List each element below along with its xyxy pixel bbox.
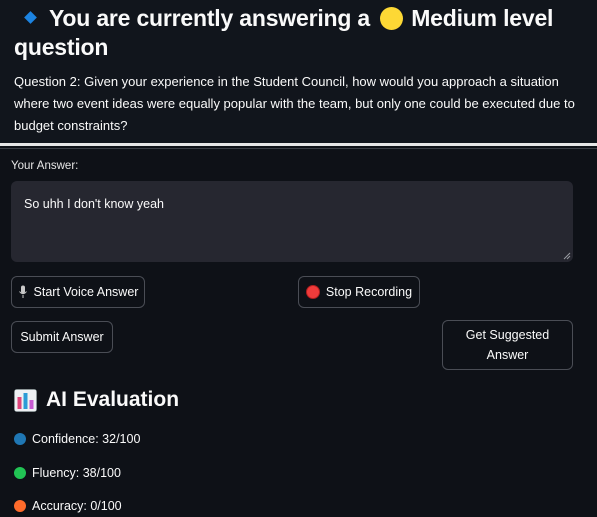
start-voice-answer-button[interactable]: Start Voice Answer xyxy=(11,276,145,308)
metric-confidence: Confidence: 32/100 xyxy=(14,432,140,446)
get-suggested-answer-button[interactable]: Get Suggested Answer xyxy=(442,320,573,370)
green-circle-icon xyxy=(14,467,26,479)
ai-evaluation-heading: AI Evaluation xyxy=(14,388,179,412)
bar-chart-icon xyxy=(14,388,37,412)
metric-label: Confidence: 32/100 xyxy=(32,432,141,446)
title-part-1: You are currently answering a xyxy=(49,5,370,31)
answer-textarea[interactable]: So uhh I don't know yeah xyxy=(11,181,573,262)
metric-label: Fluency: 38/100 xyxy=(32,466,121,480)
answer-label: Your Answer: xyxy=(11,160,79,172)
small-blue-diamond-icon xyxy=(24,11,37,25)
metric-label: Accuracy: 0/100 xyxy=(32,499,122,513)
app-root: You are currently answering a Medium lev… xyxy=(0,0,597,517)
metric-accuracy: Accuracy: 0/100 xyxy=(14,499,122,513)
stop-recording-label: Stop Recording xyxy=(325,285,413,299)
red-circle-icon xyxy=(305,285,320,299)
submit-answer-label: Submit Answer xyxy=(20,330,104,344)
start-voice-answer-label: Start Voice Answer xyxy=(33,285,139,299)
question-text: Question 2: Given your experience in the… xyxy=(14,74,575,133)
microphone-icon xyxy=(18,285,27,298)
ai-evaluation-title: AI Evaluation xyxy=(46,388,180,411)
resize-handle-icon[interactable] xyxy=(563,252,571,260)
question-header: You are currently answering a Medium lev… xyxy=(0,0,597,143)
submit-answer-button[interactable]: Submit Answer xyxy=(11,321,113,353)
question-title: You are currently answering a Medium lev… xyxy=(14,4,594,62)
divider xyxy=(0,143,597,146)
blue-circle-icon xyxy=(14,433,26,445)
get-suggested-answer-label: Get Suggested Answer xyxy=(465,328,550,362)
orange-circle-icon xyxy=(14,500,26,512)
stop-recording-button[interactable]: Stop Recording xyxy=(298,276,420,308)
divider-secondary xyxy=(0,148,597,149)
yellow-circle-icon xyxy=(380,7,404,30)
metric-fluency: Fluency: 38/100 xyxy=(14,466,121,480)
